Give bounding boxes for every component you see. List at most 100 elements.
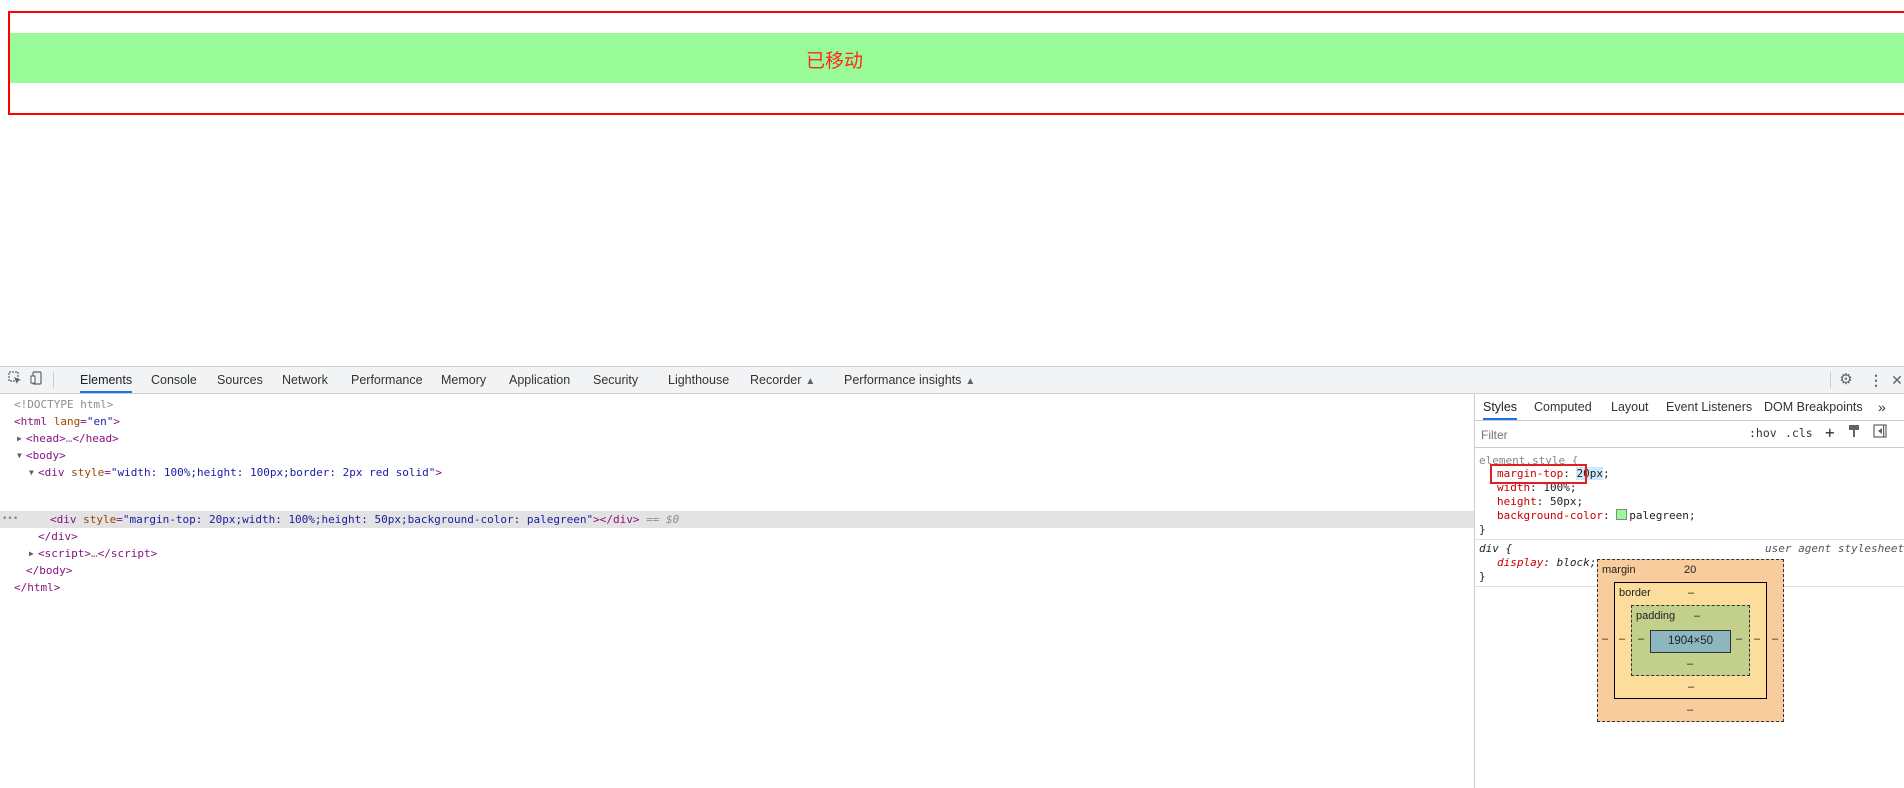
hov-button[interactable]: :hov <box>1749 426 1777 440</box>
box-model-padding-label: padding <box>1636 610 1676 622</box>
dom-div-inner-close-tagname: div <box>612 513 633 526</box>
ua-rule-selector: div { <box>1479 542 1513 555</box>
dom-script-tagname: script <box>44 547 85 560</box>
tab-memory[interactable]: Memory <box>441 367 486 393</box>
tab-lighthouse[interactable]: Lighthouse <box>668 367 729 393</box>
flask-icon: ▲ <box>805 376 816 387</box>
dom-div-outer-tagname: div <box>44 466 65 479</box>
tab-performance[interactable]: Performance <box>351 367 423 393</box>
box-model-border-bottom[interactable]: – <box>1688 681 1694 693</box>
dom-body-open[interactable]: <body> <box>26 447 66 464</box>
page-viewport: 已移动 <box>0 0 1904 366</box>
palegreen-bar: 已移动 <box>10 33 1904 83</box>
device-toolbar-icon[interactable] <box>28 371 46 389</box>
dom-script-close-tagname: script <box>110 547 151 560</box>
toggle-sidebar-icon[interactable] <box>1873 424 1887 441</box>
dom-html-tagname: html <box>20 415 48 428</box>
dom-div-inner-attr-name: style <box>83 513 117 526</box>
ua-stylesheet-source: user agent stylesheet <box>1765 542 1904 555</box>
dom-div-inner-tagname: div <box>56 513 77 526</box>
flask-icon: ▲ <box>965 376 976 387</box>
more-tabs-chevron-icon[interactable]: » <box>1878 394 1886 420</box>
subtab-computed[interactable]: Computed <box>1534 394 1592 420</box>
tab-elements[interactable]: Elements <box>80 367 133 393</box>
dom-div-outer[interactable]: <div style="width: 100%;height: 100px;bo… <box>38 464 442 481</box>
box-model-padding-left[interactable]: – <box>1638 633 1644 645</box>
dom-script-ellipsis: … <box>91 547 98 560</box>
subtab-layout[interactable]: Layout <box>1611 394 1649 420</box>
box-model-content[interactable]: 1904×50 <box>1650 630 1731 653</box>
new-style-rule-plus-icon[interactable]: + <box>1825 423 1835 442</box>
collapse-triangle-icon[interactable]: ▼ <box>29 464 34 481</box>
dom-html-close[interactable]: </html> <box>14 579 60 596</box>
close-devtools-icon[interactable]: ✕ <box>1888 371 1904 389</box>
styles-sidebar: Styles Computed Layout Event Listeners D… <box>1474 394 1904 788</box>
color-swatch-icon[interactable] <box>1616 509 1628 520</box>
tab-network[interactable]: Network <box>282 367 328 393</box>
dom-div-inner-attr-value: "margin-top: 20px;width: 100%;height: 50… <box>122 513 594 526</box>
expand-triangle-icon[interactable]: ▶ <box>29 545 34 562</box>
annotation-highlight-box <box>1490 464 1587 484</box>
subtab-event-listeners[interactable]: Event Listeners <box>1666 394 1752 420</box>
more-options-icon[interactable]: ⋮ <box>1867 371 1885 389</box>
elements-dom-tree: <!DOCTYPE html> <html lang="en"> ▶ <head… <box>0 394 1474 788</box>
box-model-border-left[interactable]: – <box>1619 633 1625 645</box>
box-model-margin-bottom[interactable]: – <box>1687 704 1693 716</box>
tab-recorder-label: Recorder <box>750 373 802 387</box>
dom-body-close[interactable]: </body> <box>26 562 72 579</box>
row-more-dots[interactable]: ••• <box>2 511 18 528</box>
tab-sources[interactable]: Sources <box>217 367 263 393</box>
box-model-padding-bottom[interactable]: – <box>1687 658 1693 670</box>
tab-console[interactable]: Console <box>151 367 197 393</box>
settings-gear-icon[interactable]: ⚙ <box>1837 371 1855 389</box>
box-model-margin-left[interactable]: – <box>1602 633 1608 645</box>
ua-rule-display: display: block; <box>1497 556 1597 569</box>
box-model-margin[interactable]: margin 20 – – – border – – – – padding –… <box>1597 559 1784 722</box>
box-model-padding-right[interactable]: – <box>1736 633 1742 645</box>
outer-red-box: 已移动 <box>8 11 1904 115</box>
dom-head-tagname: head <box>32 432 60 445</box>
box-model-margin-right[interactable]: – <box>1772 633 1778 645</box>
styles-filter-row: :hov .cls + <box>1475 421 1904 448</box>
box-model-border-label: border <box>1619 587 1651 599</box>
tab-performance-insights[interactable]: Performance insights ▲ <box>844 367 975 393</box>
style-rule-value[interactable]: 50px <box>1550 495 1577 508</box>
inspect-element-icon[interactable] <box>6 371 24 389</box>
box-model-border[interactable]: border – – – – padding – – – – 1904×50 <box>1614 582 1767 699</box>
style-rule-background-color[interactable]: background-color: palegreen; <box>1497 509 1695 523</box>
devtools-panel: Elements Console Sources Network Perform… <box>0 366 1904 788</box>
style-rule-prop[interactable]: background-color <box>1497 509 1603 522</box>
tab-recorder[interactable]: Recorder ▲ <box>750 367 815 393</box>
dom-selected-marker: == $0 <box>639 513 680 526</box>
subtab-dom-breakpoints[interactable]: DOM Breakpoints <box>1764 394 1863 420</box>
tab-performance-insights-label: Performance insights <box>844 373 962 387</box>
box-model-margin-top[interactable]: 20 <box>1684 564 1696 576</box>
box-model-border-right[interactable]: – <box>1754 633 1760 645</box>
expand-triangle-icon[interactable]: ▶ <box>17 430 22 447</box>
tab-security[interactable]: Security <box>593 367 638 393</box>
dom-script[interactable]: <script>…</script> <box>38 545 157 562</box>
cls-button[interactable]: .cls <box>1785 426 1813 440</box>
style-rule-value[interactable]: palegreen <box>1629 509 1689 522</box>
box-model-padding-top[interactable]: – <box>1694 610 1700 622</box>
dom-div-close[interactable]: </div> <box>38 528 78 545</box>
styles-filter-input[interactable] <box>1479 425 1733 445</box>
ua-rule-prop: display <box>1497 556 1544 569</box>
tab-application[interactable]: Application <box>509 367 570 393</box>
box-model-margin-label: margin <box>1602 564 1636 576</box>
paint-format-icon[interactable] <box>1847 424 1861 441</box>
ua-rule-close-brace: } <box>1479 570 1486 583</box>
box-model-padding[interactable]: padding – – – – 1904×50 <box>1631 605 1750 676</box>
dom-html-open[interactable]: <html lang="en"> <box>14 413 120 430</box>
box-model-border-top[interactable]: – <box>1688 587 1694 599</box>
dom-html-attr-name: lang <box>53 415 81 428</box>
dom-div-inner-selected[interactable]: <div style="margin-top: 20px;width: 100%… <box>50 511 679 528</box>
dom-div-outer-attr-name: style <box>71 466 105 479</box>
dom-head[interactable]: <head>…</head> <box>26 430 119 447</box>
toolbar-separator <box>1830 372 1831 388</box>
style-rule-prop[interactable]: height <box>1497 495 1537 508</box>
subtab-styles[interactable]: Styles <box>1483 394 1518 420</box>
dom-doctype[interactable]: <!DOCTYPE html> <box>14 396 113 413</box>
style-rule-height[interactable]: height: 50px; <box>1497 495 1583 509</box>
collapse-triangle-icon[interactable]: ▼ <box>17 447 22 464</box>
